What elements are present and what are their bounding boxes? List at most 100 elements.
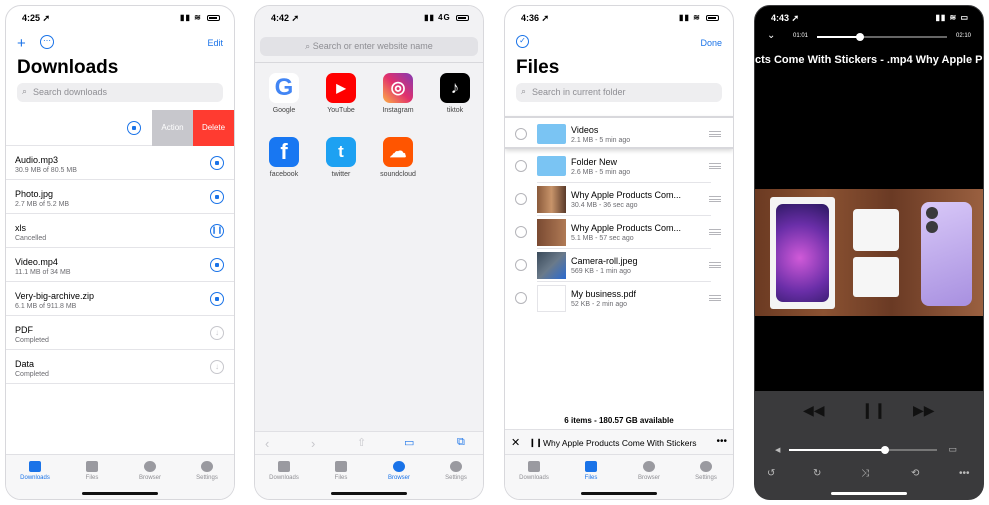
favorite-facebook[interactable]: f facebook <box>264 137 304 178</box>
tab-browser[interactable]: Browser <box>621 461 677 481</box>
delete-button[interactable]: Delete <box>193 110 234 146</box>
seek-bar[interactable] <box>817 33 947 41</box>
iphone-back <box>921 202 972 306</box>
search-input[interactable]: ⌕ Search in current folder <box>516 83 722 102</box>
bookmarks-icon[interactable]: ▭ <box>404 436 414 449</box>
select-checkbox[interactable] <box>515 292 527 304</box>
skip-forward-icon[interactable]: ↻ <box>813 468 821 479</box>
file-row[interactable]: Why Apple Products Com... 30.4 MB - 36 s… <box>505 183 733 216</box>
browser-screen: 4:42 ➚ ▮▮ 4G ⌕ Search or enter website n… <box>254 5 484 500</box>
stop-download-icon[interactable] <box>210 258 224 272</box>
select-all-icon[interactable]: ✓ <box>516 35 529 48</box>
tab-browser[interactable]: Browser <box>122 461 178 481</box>
list-item[interactable]: Video.mp4 11.1 MB of 34 MB <box>6 249 234 282</box>
download-icon[interactable]: ↓ <box>210 326 224 340</box>
airplay-icon[interactable]: ▭ <box>948 444 957 455</box>
drag-handle-icon[interactable] <box>709 163 721 169</box>
drag-handle-icon[interactable] <box>709 295 721 301</box>
list-item[interactable]: Very-big-archive.zip 6.1 MB of 911.8 MB <box>6 283 234 316</box>
select-checkbox[interactable] <box>515 226 527 238</box>
file-meta: 52 KB - 2 min ago <box>571 301 628 308</box>
page-title: Downloads <box>17 57 119 78</box>
close-icon[interactable]: ✕ <box>511 436 520 449</box>
drag-handle-icon[interactable] <box>709 196 721 202</box>
rewind-icon[interactable]: ◀◀ <box>803 402 825 419</box>
select-checkbox[interactable] <box>515 193 527 205</box>
item-progress: 2.7 MB of 5.2 MB <box>15 201 70 208</box>
add-icon[interactable]: + <box>17 36 26 51</box>
stop-download-icon[interactable] <box>210 190 224 204</box>
tab-files[interactable]: Files <box>563 461 619 481</box>
favorite-google[interactable]: G Google <box>264 73 304 114</box>
done-button[interactable]: Done <box>700 38 722 48</box>
list-item[interactable]: Data Completed ↓ <box>6 351 234 384</box>
favorite-soundcloud[interactable]: ☁ soundcloud <box>378 137 418 178</box>
chevron-down-icon[interactable]: ⌄ <box>767 30 775 41</box>
file-row[interactable]: Folder New 2.6 MB - 5 min ago <box>505 150 733 183</box>
download-icon[interactable]: ↓ <box>210 360 224 374</box>
drag-handle-icon[interactable] <box>709 131 721 137</box>
stop-download-icon[interactable] <box>210 156 224 170</box>
stop-icon[interactable] <box>127 121 141 135</box>
pause-icon[interactable]: ❙❙ <box>861 401 886 419</box>
more-icon[interactable]: ••• <box>716 436 727 447</box>
favorite-instagram[interactable]: ◎ Instagram <box>378 73 418 114</box>
mini-player[interactable]: ✕ ❙❙ Why Apple Products Come With Sticke… <box>505 429 733 455</box>
item-name: PDF <box>15 325 33 335</box>
address-bar[interactable]: ⌕ Search or enter website name <box>260 37 478 56</box>
action-button[interactable]: Action <box>152 110 193 146</box>
tab-downloads[interactable]: Downloads <box>7 461 63 481</box>
tab-downloads[interactable]: Downloads <box>256 461 312 481</box>
file-row[interactable]: My business.pdf 52 KB - 2 min ago <box>505 282 733 315</box>
select-checkbox[interactable] <box>515 160 527 172</box>
list-item[interactable]: Photo.jpg 2.7 MB of 5.2 MB <box>6 181 234 214</box>
battery-icon <box>456 14 469 21</box>
back-icon[interactable]: ‹ <box>265 436 269 451</box>
status-icons: ▮▮ 4G <box>424 13 469 22</box>
tab-settings[interactable]: Settings <box>678 461 733 481</box>
volume-slider[interactable] <box>789 446 937 454</box>
search-icon: ⌕ <box>22 86 28 96</box>
list-item[interactable]: PDF Completed ↓ <box>6 317 234 350</box>
select-checkbox[interactable] <box>515 128 527 140</box>
tab-settings[interactable]: Settings <box>179 461 234 481</box>
globe-icon <box>144 461 156 472</box>
video-frame <box>755 189 983 316</box>
file-row[interactable]: Why Apple Products Com... 5.1 MB - 57 se… <box>505 216 733 249</box>
list-item[interactable]: Audio.mp3 30.9 MB of 80.5 MB <box>6 147 234 180</box>
stop-download-icon[interactable] <box>210 292 224 306</box>
forward-icon[interactable]: › <box>311 436 315 451</box>
browser-toolbar: ‹ › ⇧ ▭ ⧉ <box>255 431 483 455</box>
drag-handle-icon[interactable] <box>709 262 721 268</box>
skip-back-icon[interactable]: ↺ <box>767 468 775 479</box>
favorite-youtube[interactable]: ▶ YouTube <box>321 73 361 114</box>
select-checkbox[interactable] <box>515 259 527 271</box>
volume-thumb[interactable] <box>881 446 890 454</box>
share-icon[interactable]: ⇧ <box>357 436 366 449</box>
more-options-icon[interactable]: ⋯ <box>40 35 54 49</box>
shuffle-icon[interactable]: ⤨ <box>861 468 869 479</box>
list-item[interactable]: xls Cancelled ❙❙ <box>6 215 234 248</box>
fast-forward-icon[interactable]: ▶▶ <box>913 402 935 419</box>
tab-browser[interactable]: Browser <box>371 461 427 481</box>
tab-files[interactable]: Files <box>64 461 120 481</box>
more-icon[interactable]: ••• <box>959 468 970 479</box>
tab-files[interactable]: Files <box>313 461 369 481</box>
swiped-row[interactable]: Action Delete <box>6 110 234 146</box>
iphone-screen <box>776 204 829 302</box>
pause-icon[interactable]: ❙❙ <box>529 438 542 447</box>
favorite-twitter[interactable]: t twitter <box>321 137 361 178</box>
file-row[interactable]: Videos 2.1 MB - 5 min ago <box>505 116 733 149</box>
search-input[interactable]: ⌕ Search downloads <box>17 83 223 102</box>
tab-downloads[interactable]: Downloads <box>506 461 562 481</box>
favorite-tiktok[interactable]: ♪ tiktok <box>435 73 475 114</box>
edit-button[interactable]: Edit <box>207 38 223 48</box>
drag-handle-icon[interactable] <box>709 229 721 235</box>
tabs-icon[interactable]: ⧉ <box>457 436 465 449</box>
pause-icon[interactable]: ❙❙ <box>210 224 224 238</box>
file-row[interactable]: Camera-roll.jpeg 569 KB - 1 min ago <box>505 249 733 282</box>
seek-thumb[interactable] <box>855 33 864 41</box>
tab-settings[interactable]: Settings <box>428 461 483 481</box>
item-name: Data <box>15 359 35 369</box>
repeat-icon[interactable]: ⟲ <box>911 468 919 479</box>
